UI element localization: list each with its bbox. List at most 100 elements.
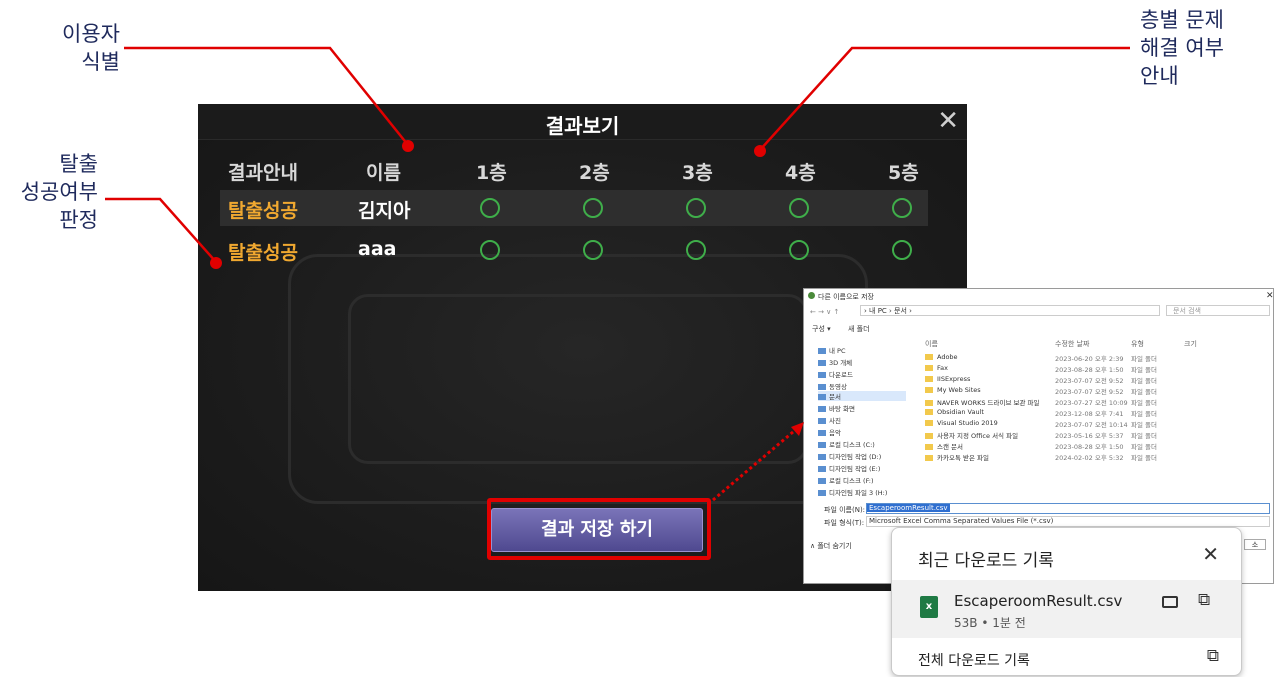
floor-5-solved-icon (892, 198, 912, 218)
document-icon (818, 394, 826, 400)
filename-value: EscaperoomResult.csv (867, 504, 950, 512)
sidebar-label: 내 PC (829, 347, 846, 355)
folder-icon (925, 444, 933, 450)
all-downloads-link[interactable]: 전체 다운로드 기록 (918, 650, 1030, 670)
callout-line: 이용자 (62, 22, 120, 46)
nav-arrows[interactable]: ← → ∨ ↑ (810, 308, 839, 316)
filetype-select[interactable]: Microsoft Excel Comma Separated Values F… (866, 516, 1270, 527)
file-type: 파일 폴더 (1131, 366, 1157, 374)
file-row[interactable]: NAVER WORKS 드라이브 보관 파일 2023-07-27 오전 10:0… (925, 397, 1165, 407)
floor-1-solved-icon (480, 198, 500, 218)
drive-icon (818, 478, 826, 484)
folder-icon (925, 433, 933, 439)
address-bar[interactable]: › 내 PC › 문서 › (860, 305, 1160, 316)
sidebar-item[interactable]: 내 PC (818, 345, 846, 355)
close-icon[interactable]: ✕ (937, 107, 959, 135)
folder-icon (925, 400, 933, 406)
callout-line: 층별 문제 (1140, 8, 1224, 32)
hide-folders-button[interactable]: ∧ 폴더 숨기기 (810, 541, 852, 551)
file-date: 2023-07-27 오전 10:09 (1055, 399, 1128, 407)
file-type: 파일 폴더 (1131, 377, 1157, 385)
search-input[interactable]: 문서 검색 (1166, 305, 1270, 316)
file-name: 사용자 지정 Office 서식 파일 (937, 432, 1019, 440)
sidebar-item[interactable]: 음악 (818, 427, 841, 437)
folder-icon (925, 376, 933, 382)
sidebar-label: 사진 (829, 417, 841, 425)
sidebar-item[interactable]: 디자인팀 파일 3 (H:) (818, 487, 887, 497)
sidebar-item-selected[interactable]: 문서 (818, 391, 906, 401)
header-floor-1: 1층 (476, 162, 507, 184)
header-floor-3: 3층 (682, 162, 713, 184)
excel-file-icon: x (920, 596, 938, 618)
sidebar-item[interactable]: 다운로드 (818, 369, 853, 379)
save-result-button[interactable]: 결과 저장 하기 (491, 508, 703, 552)
sidebar-item[interactable]: 로컬 디스크 (C:) (818, 439, 875, 449)
column-type[interactable]: 유형 (1131, 339, 1144, 349)
callout-line: 성공여부 (20, 180, 98, 204)
file-row[interactable]: 스캔 문서 2023-08-28 오후 1:50 파일 폴더 (925, 441, 1165, 451)
drive-icon (818, 466, 826, 472)
file-date: 2023-07-07 오전 9:52 (1055, 377, 1124, 385)
sidebar-item[interactable]: 사진 (818, 415, 841, 425)
sidebar-label: 바탕 화면 (829, 405, 855, 413)
file-row[interactable]: Visual Studio 2019 2023-07-07 오전 10:14 파일 … (925, 419, 1165, 429)
folder-icon (925, 387, 933, 393)
pc-icon (818, 348, 826, 354)
floor-4-solved-icon (789, 240, 809, 260)
desktop-icon (818, 406, 826, 412)
file-row[interactable]: Adobe 2023-06-20 오후 2:39 파일 폴더 (925, 353, 1165, 363)
file-row[interactable]: IISExpress 2023-07-07 오전 9:52 파일 폴더 (925, 375, 1165, 385)
file-row[interactable]: Fax 2023-08-28 오후 1:50 파일 폴더 (925, 364, 1165, 374)
file-type: 파일 폴더 (1131, 443, 1157, 451)
file-row[interactable]: Obsidian Vault 2023-12-08 오후 7:41 파일 폴더 (925, 408, 1165, 418)
callout-line: 해결 여부 (1140, 36, 1224, 60)
chrome-icon (808, 292, 815, 299)
file-type: 파일 폴더 (1131, 388, 1157, 396)
sidebar-item[interactable]: 로컬 디스크 (F:) (818, 475, 874, 485)
column-size[interactable]: 크기 (1184, 339, 1197, 349)
callout-line: 식별 (81, 50, 120, 74)
downloads-popup: 최근 다운로드 기록 ✕ x EscaperoomResult.csv 53B … (891, 527, 1242, 676)
sidebar-item[interactable]: 디자인팀 작업 (D:) (818, 451, 881, 461)
file-type: 파일 폴더 (1131, 454, 1157, 462)
folder-icon (925, 365, 933, 371)
sidebar-label: 문서 (829, 393, 841, 401)
column-modified[interactable]: 수정한 날짜 (1055, 339, 1089, 349)
sidebar-label: 디자인팀 작업 (E:) (829, 465, 881, 473)
close-icon[interactable]: ✕ (1202, 542, 1219, 566)
sidebar-item[interactable]: 3D 개체 (818, 357, 852, 367)
organize-button[interactable]: 구성 ▾ (812, 324, 831, 334)
folder-icon[interactable] (1162, 596, 1178, 608)
file-row[interactable]: 사용자 지정 Office 서식 파일 2023-05-16 오후 5:37 파일 … (925, 430, 1165, 440)
dialog-close-icon[interactable]: ✕ (1266, 291, 1273, 301)
sidebar-item[interactable]: 디자인팀 작업 (E:) (818, 463, 880, 473)
header-name: 이름 (366, 162, 401, 184)
file-row[interactable]: My Web Sites 2023-07-07 오전 9:52 파일 폴더 (925, 386, 1165, 396)
download-icon (818, 372, 826, 378)
file-type: 파일 폴더 (1131, 355, 1157, 363)
file-name: Adobe (937, 353, 958, 361)
video-icon (818, 384, 826, 390)
file-date: 2023-06-20 오후 2:39 (1055, 355, 1124, 363)
music-icon (818, 430, 826, 436)
header-floor-2: 2층 (579, 162, 610, 184)
filename-input[interactable]: EscaperoomResult.csv (866, 503, 1270, 514)
open-external-icon[interactable]: ⧉ (1207, 646, 1219, 666)
escape-status: 탈출성공 (228, 242, 298, 264)
new-folder-button[interactable]: 새 폴더 (848, 324, 870, 334)
file-date: 2023-07-07 오전 10:14 (1055, 421, 1128, 429)
cancel-button[interactable]: 소 (1244, 539, 1266, 550)
file-type: 파일 폴더 (1131, 410, 1157, 418)
header-floor-4: 4층 (785, 162, 816, 184)
sidebar-item[interactable]: 동영상 (818, 381, 847, 391)
sidebar-item[interactable]: 바탕 화면 (818, 403, 855, 413)
filetype-label: 파일 형식(T): (824, 519, 865, 527)
sidebar-label: 음악 (829, 429, 841, 437)
open-external-icon[interactable]: ⧉ (1198, 590, 1210, 610)
column-name[interactable]: 이름 (925, 339, 938, 349)
player-name: aaa (358, 238, 397, 260)
download-item[interactable]: x EscaperoomResult.csv 53B • 1분 전 ⧉ (892, 580, 1241, 638)
escape-status: 탈출성공 (228, 200, 298, 222)
background-decoration (348, 294, 808, 464)
file-row[interactable]: 카카오톡 받은 파일 2024-02-02 오후 5:32 파일 폴더 (925, 452, 1165, 462)
